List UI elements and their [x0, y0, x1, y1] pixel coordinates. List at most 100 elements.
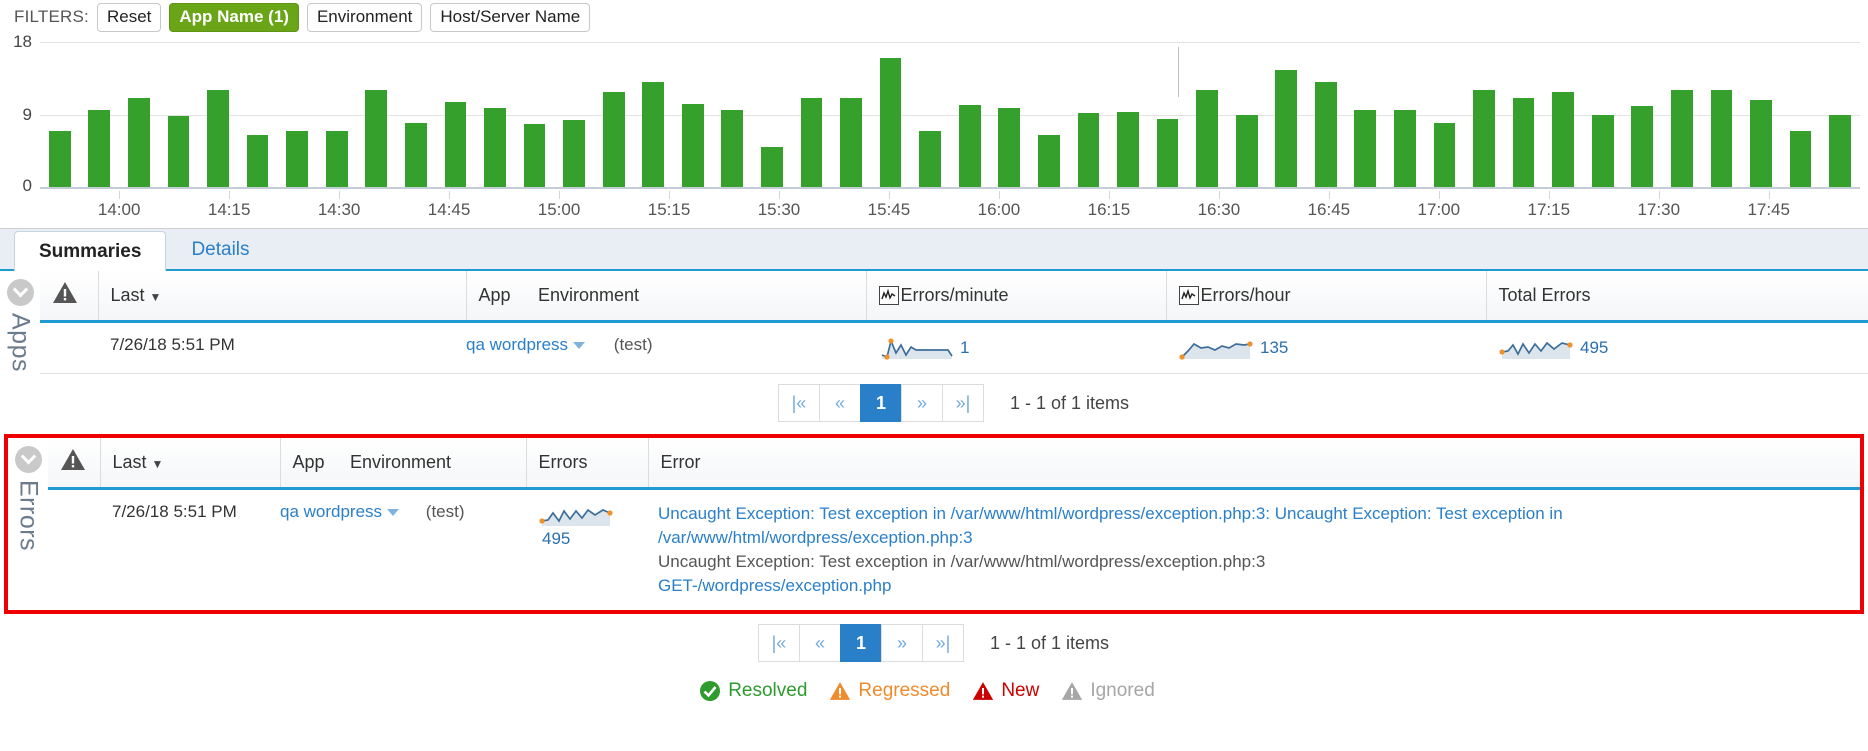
chart-bar[interactable]: [642, 82, 665, 187]
errors-page-1-button[interactable]: 1: [839, 624, 882, 662]
chart-bar[interactable]: [1156, 118, 1179, 187]
chart-bar[interactable]: [207, 90, 229, 187]
chart-bar[interactable]: [365, 90, 388, 187]
chart-bar[interactable]: [523, 124, 546, 187]
bar-slot[interactable]: [1069, 42, 1109, 187]
bar-slot[interactable]: [238, 42, 278, 187]
bar-slot[interactable]: [198, 42, 238, 187]
chart-bar[interactable]: [1552, 91, 1575, 187]
errors-page-next-button[interactable]: »: [880, 624, 923, 662]
bar-slot[interactable]: [1029, 42, 1069, 187]
chart-bar[interactable]: [681, 104, 704, 187]
filter-host-server-name-button[interactable]: Host/Server Name: [430, 2, 591, 32]
chart-bar[interactable]: [1829, 114, 1851, 187]
bar-slot[interactable]: [871, 42, 911, 187]
error-title-link[interactable]: Uncaught Exception: Test exception in /v…: [658, 502, 1846, 550]
chart-bar[interactable]: [167, 116, 190, 187]
chart-bar[interactable]: [484, 108, 506, 187]
errors-header-app[interactable]: App: [279, 438, 338, 490]
chart-bar[interactable]: [1710, 90, 1733, 187]
errors-header-errors[interactable]: Errors: [525, 438, 648, 490]
bar-slot[interactable]: [1346, 42, 1386, 187]
bar-slot[interactable]: [1623, 42, 1663, 187]
chart-bar[interactable]: [998, 108, 1021, 187]
filter-reset-button[interactable]: Reset: [96, 2, 162, 32]
bar-slot[interactable]: [1781, 42, 1821, 187]
chart-bar[interactable]: [48, 130, 71, 187]
bar-slot[interactable]: [1306, 42, 1346, 187]
bar-slot[interactable]: [357, 42, 397, 187]
app-link[interactable]: qa wordpress: [466, 335, 568, 354]
bar-slot[interactable]: [950, 42, 990, 187]
chart-bar[interactable]: [1670, 90, 1693, 187]
bar-slot[interactable]: [990, 42, 1030, 187]
bar-slot[interactable]: [752, 42, 792, 187]
bar-slot[interactable]: [277, 42, 317, 187]
apps-header-environment[interactable]: Environment: [526, 271, 866, 323]
chart-bar[interactable]: [1631, 106, 1654, 187]
bar-slot[interactable]: [1464, 42, 1504, 187]
apps-header-last[interactable]: Last ▼: [97, 271, 466, 323]
tab-details[interactable]: Details: [166, 229, 274, 269]
apps-collapse-chevron-icon[interactable]: [6, 279, 34, 306]
chart-bar[interactable]: [919, 130, 942, 187]
chart-bar[interactable]: [602, 91, 625, 187]
chart-bar[interactable]: [879, 58, 902, 187]
bar-slot[interactable]: [1543, 42, 1583, 187]
chart-bar[interactable]: [286, 130, 309, 187]
chart-bar[interactable]: [1394, 110, 1416, 187]
filter-app-name-button[interactable]: App Name (1): [169, 2, 299, 32]
bar-slot[interactable]: [1425, 42, 1465, 187]
chart-bar[interactable]: [88, 110, 111, 187]
bar-slot[interactable]: [1702, 42, 1742, 187]
bar-slot[interactable]: [40, 42, 80, 187]
bar-slot[interactable]: [831, 42, 871, 187]
apps-header-app[interactable]: App: [465, 271, 526, 323]
bar-slot[interactable]: [1820, 42, 1860, 187]
bar-slot[interactable]: [594, 42, 634, 187]
bar-slot[interactable]: [1583, 42, 1623, 187]
tab-summaries[interactable]: Summaries: [14, 231, 167, 271]
chart-bar[interactable]: [1591, 114, 1614, 187]
apps-page-1-button[interactable]: 1: [859, 384, 902, 422]
chart-bar[interactable]: [1789, 130, 1812, 187]
table-row[interactable]: 7/26/18 5:51 PM qa wordpress (test) 1 13…: [40, 321, 1868, 374]
app-link[interactable]: qa wordpress: [280, 502, 382, 521]
errors-page-prev-button[interactable]: «: [798, 624, 841, 662]
bar-slot[interactable]: [633, 42, 673, 187]
apps-header-total-errors[interactable]: Total Errors: [1485, 271, 1868, 323]
errors-collapse-chevron-icon[interactable]: [14, 446, 42, 473]
chart-bar[interactable]: [1275, 70, 1298, 187]
chart-bar[interactable]: [1117, 112, 1139, 187]
bar-slot[interactable]: [713, 42, 753, 187]
chart-bar[interactable]: [1235, 114, 1258, 187]
table-row[interactable]: 7/26/18 5:51 PM qa wordpress (test) 495: [48, 489, 1860, 611]
apps-header-errors-per-hour[interactable]: Errors/hour: [1165, 271, 1486, 323]
bar-slot[interactable]: [1385, 42, 1425, 187]
errors-page-first-button[interactable]: |«: [757, 624, 800, 662]
bar-slot[interactable]: [1741, 42, 1781, 187]
apps-page-prev-button[interactable]: «: [818, 384, 861, 422]
chart-bar[interactable]: [325, 130, 348, 187]
chart-bar[interactable]: [1077, 112, 1100, 187]
chart-bar[interactable]: [1037, 134, 1060, 187]
chart-bar[interactable]: [1314, 82, 1337, 187]
bar-slot[interactable]: [1187, 42, 1227, 187]
chart-bar[interactable]: [1473, 90, 1495, 187]
bar-slot[interactable]: [317, 42, 357, 187]
errors-header-environment[interactable]: Environment: [338, 438, 526, 490]
chart-bar[interactable]: [404, 122, 427, 187]
bar-slot[interactable]: [396, 42, 436, 187]
chart-bar[interactable]: [128, 98, 150, 187]
chart-bar[interactable]: [761, 146, 783, 187]
bar-slot[interactable]: [1504, 42, 1544, 187]
chart-bar[interactable]: [1354, 110, 1377, 187]
apps-page-last-button[interactable]: »|: [941, 384, 984, 422]
chart-bar[interactable]: [246, 134, 269, 187]
apps-page-next-button[interactable]: »: [900, 384, 943, 422]
app-dropdown-caret-icon[interactable]: [387, 509, 400, 517]
bar-slot[interactable]: [673, 42, 713, 187]
bar-slot[interactable]: [1148, 42, 1188, 187]
filter-environment-button[interactable]: Environment: [306, 2, 423, 32]
bar-slot[interactable]: [910, 42, 950, 187]
